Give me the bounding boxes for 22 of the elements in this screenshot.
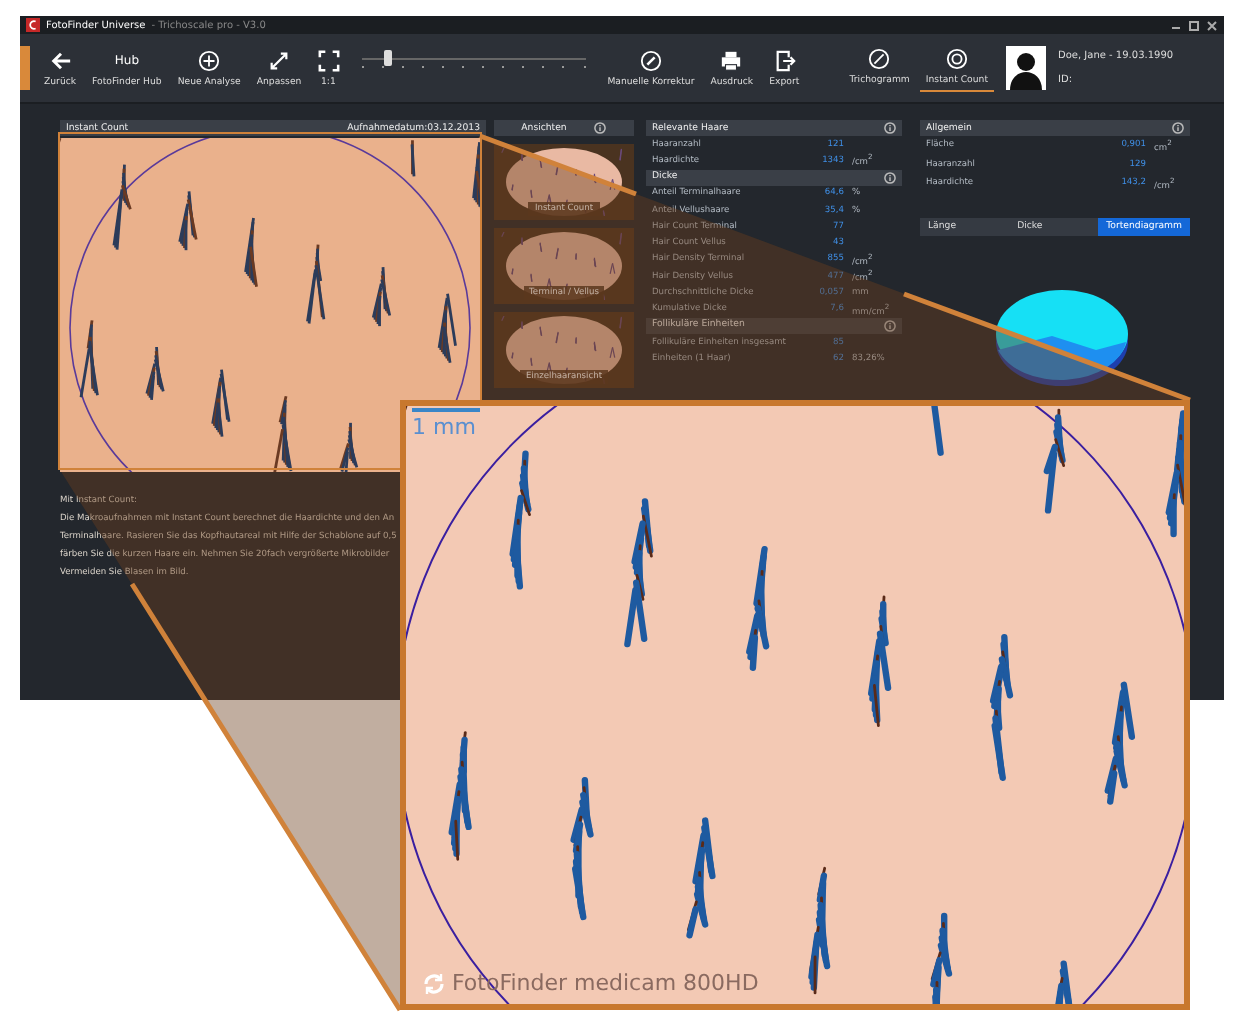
printer-icon — [720, 49, 743, 71]
app-logo-icon — [26, 18, 40, 32]
avatar-silhouette-icon — [1006, 46, 1046, 90]
scale-bar — [412, 408, 480, 412]
info-icon[interactable] — [1172, 122, 1184, 134]
pencil-circle-icon — [639, 49, 662, 71]
corners-icon — [317, 49, 340, 71]
accent-strip — [20, 46, 30, 90]
plus-circle-icon — [198, 49, 221, 71]
info-icon[interactable] — [884, 122, 896, 134]
info-icon[interactable] — [884, 171, 896, 184]
maximize-icon[interactable] — [1188, 19, 1200, 31]
expand-arrows-icon — [268, 49, 291, 71]
info-icon[interactable] — [594, 122, 607, 134]
info-icon[interactable] — [884, 319, 896, 332]
refresh-icon — [422, 971, 446, 995]
scale-label: 1 mm — [412, 414, 478, 440]
export-icon — [773, 49, 796, 71]
target-icon — [945, 48, 968, 70]
back-arrow-icon — [49, 49, 72, 71]
circle-slash-icon — [868, 48, 891, 70]
close-icon[interactable] — [1206, 19, 1218, 31]
